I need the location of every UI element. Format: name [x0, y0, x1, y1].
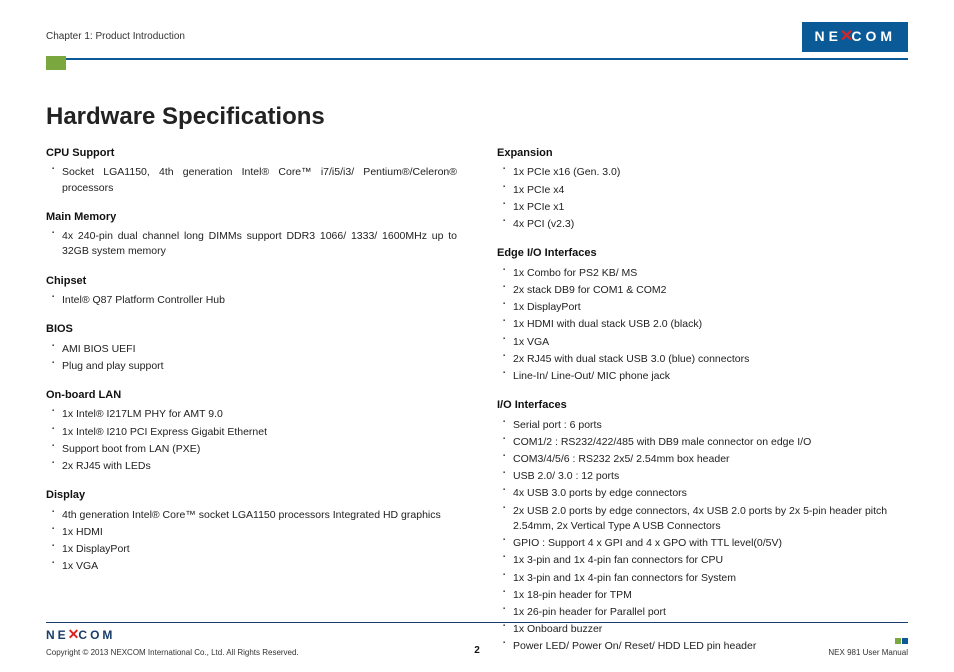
page-number: 2 — [333, 644, 620, 658]
spec-item: 1x PCIe x16 (Gen. 3.0) — [503, 165, 908, 180]
section-heading: I/O Interfaces — [497, 398, 908, 413]
accent-block — [46, 56, 66, 70]
brand-logo-top: NE✕COM — [802, 22, 908, 52]
spec-item: 1x DisplayPort — [52, 542, 457, 557]
spec-list: 1x Combo for PS2 KB/ MS 2x stack DB9 for … — [497, 266, 908, 385]
spec-list: 1x PCIe x16 (Gen. 3.0) 1x PCIe x4 1x PCIe … — [497, 165, 908, 232]
spec-item: 2x RJ45 with dual stack USB 3.0 (blue) c… — [503, 352, 908, 367]
spec-item: 1x 3-pin and 1x 4-pin fan connectors for… — [503, 571, 908, 586]
spec-item: 1x Intel® I217LM PHY for AMT 9.0 — [52, 407, 457, 422]
spec-item: 4x 240-pin dual channel long DIMMs suppo… — [52, 229, 457, 259]
right-column: Expansion1x PCIe x16 (Gen. 3.0)1x PCIe x… — [497, 146, 908, 657]
section-heading: Chipset — [46, 274, 457, 289]
spec-item: 1x PCIe x1 — [503, 200, 908, 215]
spec-item: 1x Combo for PS2 KB/ MS — [503, 266, 908, 281]
copyright-text: Copyright © 2013 NEXCOM International Co… — [46, 648, 299, 657]
spec-item: 1x HDMI with dual stack USB 2.0 (black) — [503, 317, 908, 332]
spec-list: 4th generation Intel® Core™ socket LGA11… — [46, 508, 457, 575]
spec-item: Line-In/ Line-Out/ MIC phone jack — [503, 369, 908, 384]
spec-list: AMI BIOS UEFI Plug and play support — [46, 342, 457, 374]
spec-item: USB 2.0/ 3.0 : 12 ports — [503, 469, 908, 484]
section-heading: On-board LAN — [46, 388, 457, 403]
spec-item: 2x USB 2.0 ports by edge connectors, 4x … — [503, 504, 908, 534]
spec-list: 1x Intel® I217LM PHY for AMT 9.0 1x Intel… — [46, 407, 457, 474]
spec-item: 1x VGA — [503, 335, 908, 350]
spec-item: 1x DisplayPort — [503, 300, 908, 315]
spec-list: 4x 240-pin dual channel long DIMMs suppo… — [46, 229, 457, 259]
spec-item: 1x 18-pin header for TPM — [503, 588, 908, 603]
spec-item: Support boot from LAN (PXE) — [52, 442, 457, 457]
spec-item: 4th generation Intel® Core™ socket LGA11… — [52, 508, 457, 523]
manual-name: NEX 981 User Manual — [621, 647, 908, 658]
page-footer: NE✕COM Copyright © 2013 NEXCOM Internati… — [46, 622, 908, 658]
spec-item: 1x Intel® I210 PCI Express Gigabit Ether… — [52, 425, 457, 440]
section-heading: BIOS — [46, 322, 457, 337]
brand-logo-bottom: NE✕COM — [46, 625, 115, 645]
section-heading: Display — [46, 488, 457, 503]
spec-item: 1x 3-pin and 1x 4-pin fan connectors for… — [503, 553, 908, 568]
spec-item: 1x PCIe x4 — [503, 183, 908, 198]
spec-item: 1x 26-pin header for Parallel port — [503, 605, 908, 620]
spec-list: Socket LGA1150, 4th generation Intel® Co… — [46, 165, 457, 195]
content-columns: CPU Support Socket LGA1150, 4th generatio… — [46, 146, 908, 657]
spec-item: COM3/4/5/6 : RS232 2x5/ 2.54mm box heade… — [503, 452, 908, 467]
section-heading: CPU Support — [46, 146, 457, 161]
page-header: Chapter 1: Product Introduction NE✕COM — [46, 22, 908, 60]
spec-list: Intel® Q87 Platform Controller Hub — [46, 293, 457, 308]
section-heading: Edge I/O Interfaces — [497, 246, 908, 261]
spec-item: COM1/2 : RS232/422/485 with DB9 male con… — [503, 435, 908, 450]
spec-item: 4x PCI (v2.3) — [503, 217, 908, 232]
left-column: CPU Support Socket LGA1150, 4th generatio… — [46, 146, 457, 657]
spec-item: Intel® Q87 Platform Controller Hub — [52, 293, 457, 308]
spec-item: GPIO : Support 4 x GPI and 4 x GPO with … — [503, 536, 908, 551]
page-title: Hardware Specifications — [46, 100, 908, 134]
section-heading: Main Memory — [46, 210, 457, 225]
spec-item: 2x RJ45 with LEDs — [52, 459, 457, 474]
spec-item: AMI BIOS UEFI — [52, 342, 457, 357]
spec-item: Plug and play support — [52, 359, 457, 374]
chapter-label: Chapter 1: Product Introduction — [46, 30, 185, 44]
spec-item: 2x stack DB9 for COM1 & COM2 — [503, 283, 908, 298]
spec-item: 1x HDMI — [52, 525, 457, 540]
section-heading: Expansion — [497, 146, 908, 161]
spec-list: Serial port : 6 ports COM1/2 : RS232/422/… — [497, 418, 908, 655]
spec-item: Socket LGA1150, 4th generation Intel® Co… — [52, 165, 457, 195]
spec-item: Serial port : 6 ports — [503, 418, 908, 433]
spec-item: 1x VGA — [52, 559, 457, 574]
spec-item: 4x USB 3.0 ports by edge connectors — [503, 486, 908, 501]
